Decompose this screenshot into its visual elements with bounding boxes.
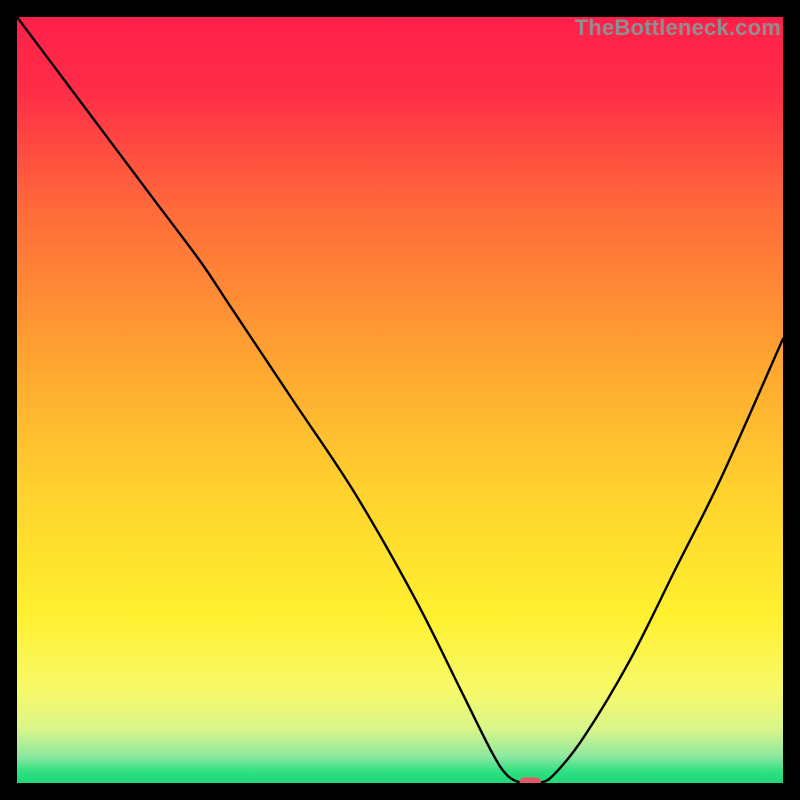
bottleneck-chart (17, 17, 783, 783)
watermark-text: TheBottleneck.com (575, 15, 781, 41)
optimal-marker (519, 777, 540, 783)
chart-frame: TheBottleneck.com (17, 17, 783, 783)
gradient-background (17, 17, 783, 783)
